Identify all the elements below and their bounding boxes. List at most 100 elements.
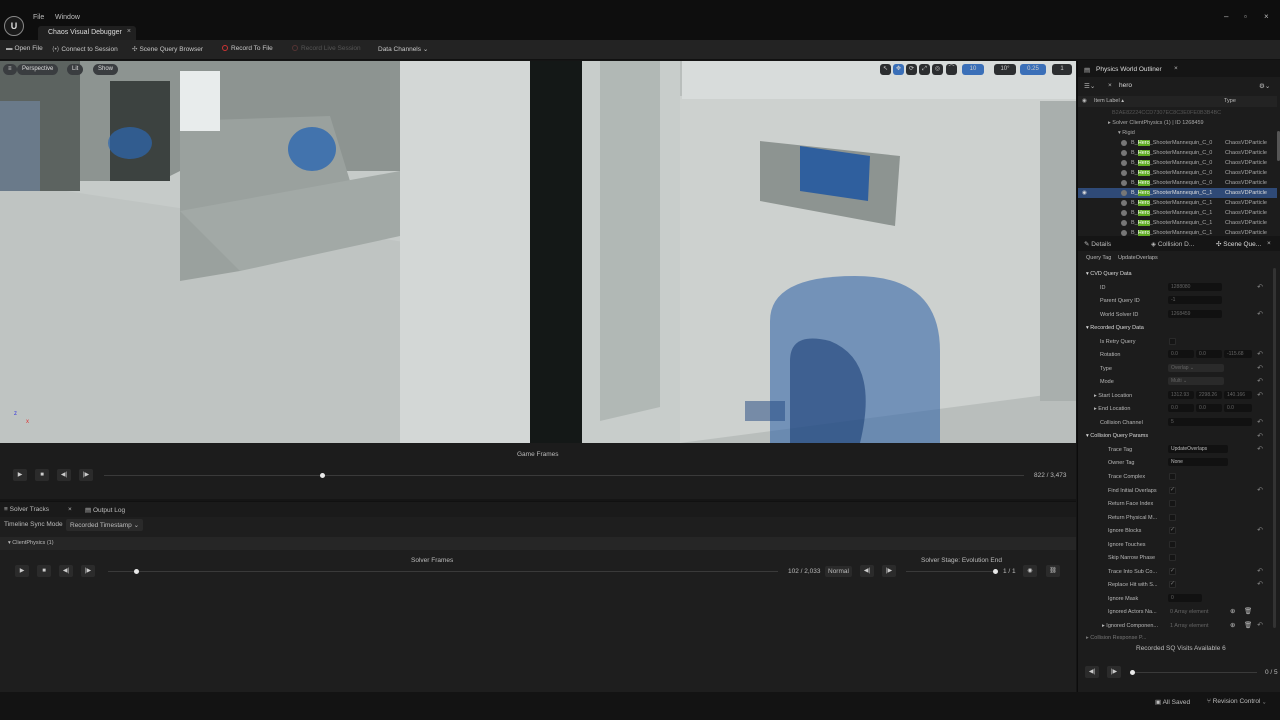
- outliner-world-row[interactable]: B2AE82224CCD7307EC8C3E0FE0B3B4BC: [1078, 108, 1277, 118]
- world-solver-field[interactable]: 1268459: [1168, 310, 1222, 318]
- query-flag-checkbox[interactable]: ✓: [1169, 527, 1176, 534]
- game-frames-scrubber[interactable]: [320, 473, 326, 478]
- connect-session-button[interactable]: ⟨•⟩ Connect to Session: [52, 45, 118, 53]
- rotation-snap-value[interactable]: 10°: [994, 64, 1016, 75]
- outliner-particle-row[interactable]: B_Hero_ShooterMannequin_C_0 ChaosVDPartic…: [1078, 138, 1277, 148]
- step-back-button[interactable]: ◀|: [57, 469, 71, 481]
- record-live-session-button[interactable]: Record Live Session: [292, 45, 361, 52]
- open-file-button[interactable]: ▬ Open File: [6, 45, 43, 52]
- tab-collision-data[interactable]: ◈ Collision D...: [1151, 240, 1194, 248]
- mode-dropdown[interactable]: Multi ⌄: [1168, 377, 1224, 385]
- filter-icon[interactable]: ☰⌄: [1084, 82, 1095, 90]
- reset-icon[interactable]: ↶: [1257, 418, 1263, 426]
- surface-snap-icon[interactable]: ⌒: [946, 64, 957, 75]
- details-scrollbar[interactable]: [1273, 268, 1276, 628]
- type-dropdown[interactable]: Overlap ⌄: [1168, 364, 1224, 372]
- add-element-icon[interactable]: ⊕: [1230, 607, 1235, 615]
- outliner-close-icon[interactable]: ×: [1174, 65, 1178, 72]
- revision-control-button[interactable]: ⑂ Revision Control ⌄: [1207, 698, 1266, 705]
- tab-close-icon[interactable]: ×: [127, 28, 131, 35]
- query-flag-checkbox[interactable]: ✓: [1169, 581, 1176, 588]
- step-forward-button[interactable]: |▶: [79, 469, 93, 481]
- clear-search-icon[interactable]: ×: [1108, 82, 1112, 89]
- solver-stage-track[interactable]: [906, 571, 996, 572]
- owner-tag-field[interactable]: None: [1168, 458, 1228, 466]
- record-to-file-button[interactable]: Record To File: [222, 45, 273, 52]
- is-retry-checkbox[interactable]: [1169, 338, 1176, 345]
- stage-next-button[interactable]: |▶: [882, 565, 896, 577]
- outliner-particle-row[interactable]: B_Hero_ShooterMannequin_C_0 ChaosVDPartic…: [1078, 148, 1277, 158]
- sync-mode-dropdown[interactable]: Recorded Timestamp ⌄: [66, 519, 144, 531]
- rotation-roll-field[interactable]: 0.0: [1168, 350, 1194, 358]
- start-y-field[interactable]: 2298.26: [1196, 391, 1222, 399]
- unreal-logo-icon[interactable]: U: [4, 16, 24, 36]
- reset-icon[interactable]: ↶: [1257, 377, 1263, 385]
- solver-stage-scrubber[interactable]: [993, 569, 998, 574]
- query-flag-checkbox[interactable]: [1169, 540, 1176, 548]
- perspective-button[interactable]: Perspective: [17, 64, 59, 75]
- reset-icon[interactable]: ↶: [1257, 391, 1263, 399]
- data-channels-dropdown[interactable]: Data Channels ⌄: [378, 45, 428, 53]
- add-element-icon[interactable]: ⊕: [1230, 621, 1235, 629]
- reset-icon[interactable]: ↶: [1257, 621, 1263, 629]
- query-flag-checkbox[interactable]: ✓: [1169, 486, 1176, 494]
- link-icon[interactable]: ⛓: [1046, 565, 1060, 577]
- end-y-field[interactable]: 0.0: [1196, 404, 1222, 412]
- show-button[interactable]: Show: [93, 64, 119, 75]
- document-tab[interactable]: Chaos Visual Debugger ×: [38, 26, 136, 40]
- rotation-yaw-field[interactable]: -115.68: [1224, 350, 1252, 358]
- outliner-particle-row[interactable]: B_Hero_ShooterMannequin_C_1 ChaosVDPartic…: [1078, 208, 1277, 218]
- select-mode-icon[interactable]: ↖: [880, 64, 891, 75]
- outliner-search-input[interactable]: hero: [1119, 82, 1132, 89]
- solver-step-back-button[interactable]: ◀|: [59, 565, 73, 577]
- section-recorded[interactable]: ▾ Recorded Query Data: [1086, 325, 1144, 331]
- query-flag-checkbox[interactable]: [1169, 473, 1176, 480]
- ignored-components-label[interactable]: ▸ Ignored Componen...: [1102, 623, 1158, 629]
- end-z-field[interactable]: 0.0: [1224, 404, 1252, 412]
- solver-step-forward-button[interactable]: |▶: [81, 565, 95, 577]
- rotation-pitch-field[interactable]: 0.0: [1196, 350, 1222, 358]
- tab-details[interactable]: ✎ Details: [1084, 240, 1111, 248]
- query-flag-checkbox[interactable]: [1169, 513, 1176, 521]
- outliner-solver-row[interactable]: ▸ Solver ClientPhysics (1) | ID 1268459: [1078, 118, 1277, 128]
- reset-icon[interactable]: ↶: [1257, 283, 1263, 291]
- start-location-label[interactable]: ▸ Start Location: [1094, 393, 1132, 399]
- ignore-mask-field[interactable]: 0: [1168, 594, 1202, 602]
- query-flag-checkbox[interactable]: [1169, 500, 1176, 507]
- viewport-menu-button[interactable]: ≡: [3, 64, 17, 75]
- id-field[interactable]: 1288080: [1168, 283, 1222, 291]
- visits-track[interactable]: [1132, 672, 1257, 673]
- grid-snap-value[interactable]: 10: [962, 64, 984, 75]
- reset-icon[interactable]: ↶: [1257, 310, 1263, 318]
- camera-speed-value[interactable]: 1: [1052, 64, 1072, 75]
- collision-channel-field[interactable]: 5: [1168, 418, 1252, 426]
- parent-id-field[interactable]: -1: [1168, 296, 1222, 304]
- solver-stop-button[interactable]: ■: [37, 565, 51, 577]
- start-x-field[interactable]: 1312.93: [1168, 391, 1194, 399]
- trace-tag-field[interactable]: UpdateOverlaps: [1168, 445, 1228, 453]
- stop-button[interactable]: ■: [35, 469, 49, 481]
- tab-scene-queries[interactable]: ✣ Scene Que...: [1216, 240, 1261, 248]
- solver-play-button[interactable]: ▶: [15, 565, 29, 577]
- reset-icon[interactable]: ↶: [1257, 486, 1263, 494]
- minimize-icon[interactable]: –: [1224, 12, 1228, 21]
- column-type[interactable]: Type: [1224, 98, 1236, 104]
- tab-output-log[interactable]: ▤ Output Log: [85, 506, 125, 514]
- reset-icon[interactable]: ↶: [1257, 432, 1263, 440]
- outliner-particle-row[interactable]: B_Hero_ShooterMannequin_C_0 ChaosVDPartic…: [1078, 178, 1277, 188]
- world-space-icon[interactable]: ◎: [932, 64, 943, 75]
- track-header[interactable]: ▾ ClientPhysics (1): [0, 537, 1076, 550]
- reset-icon[interactable]: ↶: [1257, 364, 1263, 372]
- settings-icon[interactable]: ⚙⌄: [1259, 82, 1270, 90]
- menu-file[interactable]: File: [33, 14, 44, 21]
- speed-dropdown[interactable]: Normal: [825, 566, 852, 577]
- end-x-field[interactable]: 0.0: [1168, 404, 1194, 412]
- delete-element-icon[interactable]: 🗑: [1244, 607, 1252, 615]
- tab-solver-tracks[interactable]: ≡ Solver Tracks: [4, 506, 49, 513]
- column-item-label[interactable]: Item Label ▴: [1094, 98, 1124, 104]
- lit-button[interactable]: Lit: [67, 64, 84, 75]
- reset-icon[interactable]: ↶: [1257, 580, 1263, 588]
- visits-scrubber[interactable]: [1130, 670, 1135, 675]
- rotate-icon[interactable]: ⟳: [906, 64, 917, 75]
- visibility-eye-icon[interactable]: ◉: [1023, 565, 1037, 577]
